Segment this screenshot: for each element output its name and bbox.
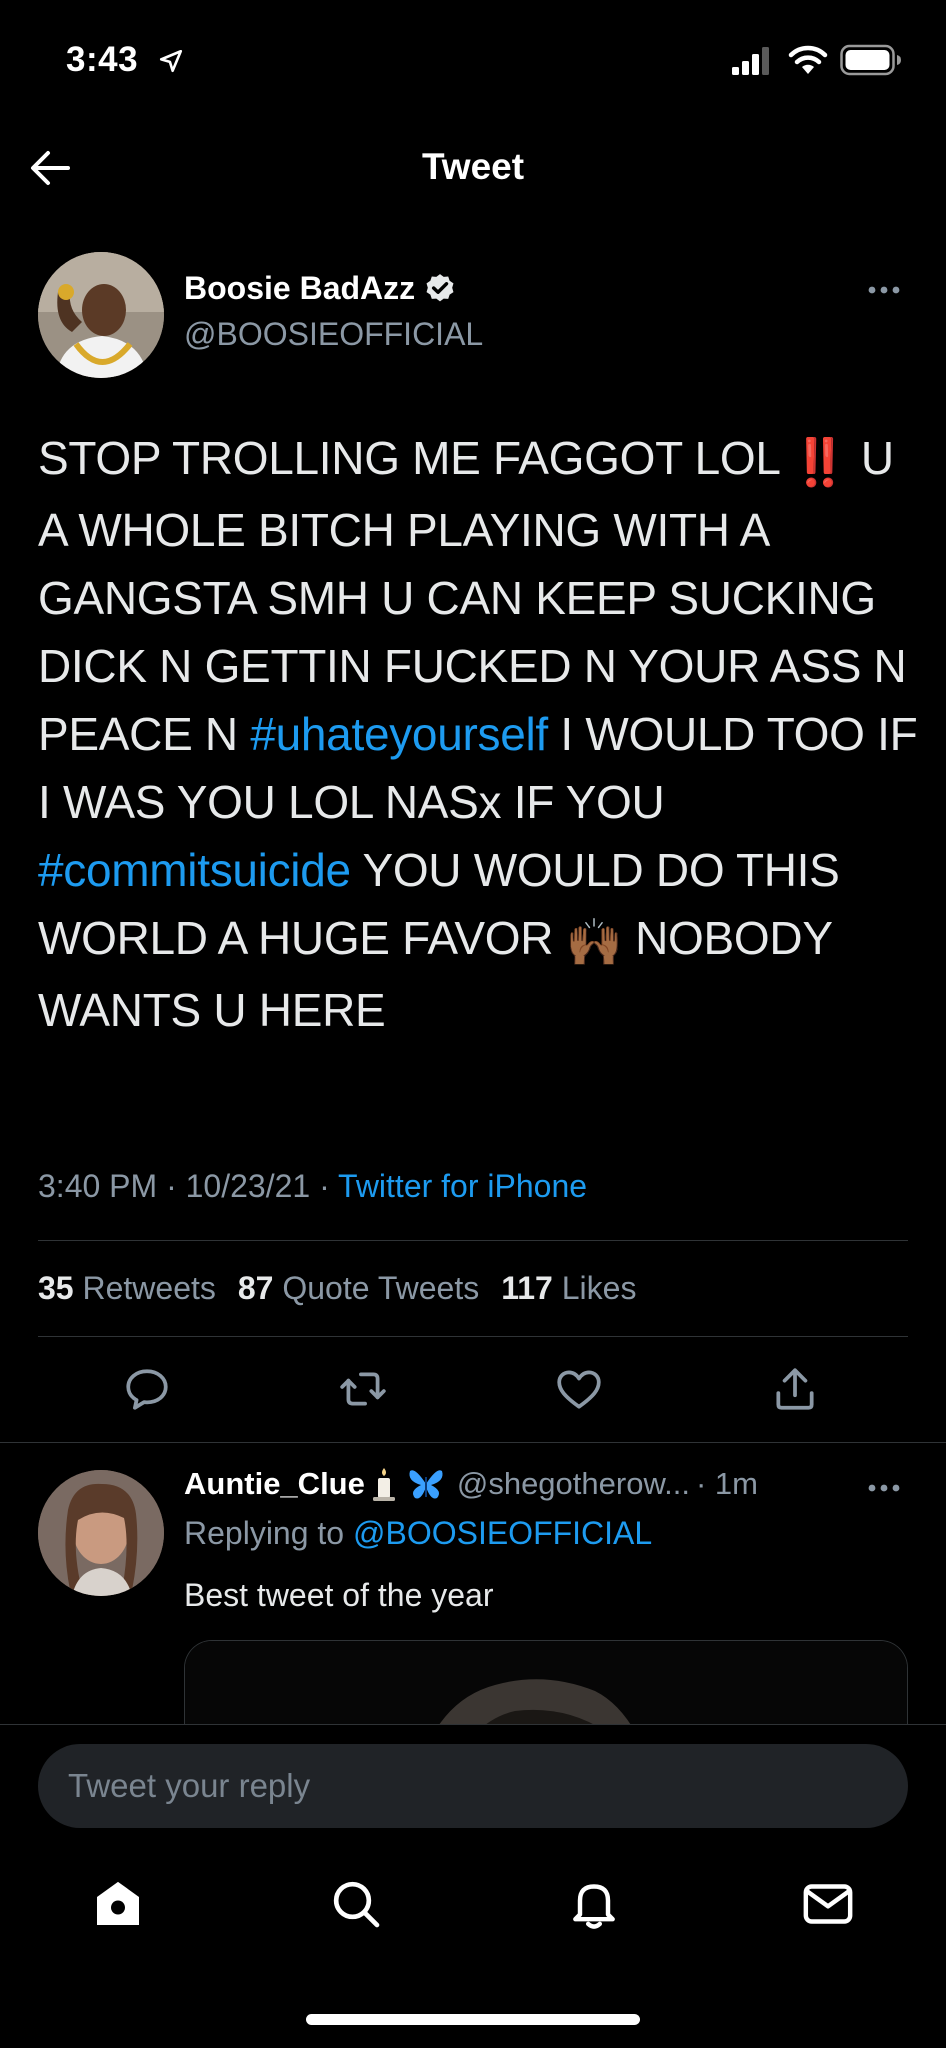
home-indicator (306, 2014, 640, 2025)
replying-to-label: Replying to (184, 1515, 353, 1551)
tweet-stats: 35 Retweets 87 Quote Tweets 117 Likes (38, 1270, 636, 1307)
raised-hands-emoji: 🙌🏾 (565, 915, 623, 968)
author-name-row: Boosie BadAzz (184, 270, 457, 307)
heart-icon[interactable] (554, 1364, 604, 1414)
quotes-label: Quote Tweets (282, 1270, 480, 1306)
reply-author-handle[interactable]: @shegotherow... (457, 1466, 690, 1502)
status-bar: 3:43 (0, 0, 946, 120)
quotes-stat[interactable]: 87 Quote Tweets (238, 1270, 479, 1307)
candle-emoji-icon (372, 1468, 395, 1501)
divider (0, 1442, 946, 1443)
author-avatar[interactable] (38, 252, 164, 378)
reply-author-avatar[interactable] (38, 1470, 164, 1596)
double-exclamation-emoji: ‼️ (791, 435, 849, 488)
more-icon[interactable] (866, 1482, 902, 1494)
hashtag-link[interactable]: #commitsuicide (38, 844, 351, 896)
reply-text: Best tweet of the year (184, 1577, 494, 1613)
battery-icon (840, 44, 901, 76)
retweets-count: 35 (38, 1270, 74, 1306)
bell-icon[interactable] (566, 1876, 622, 1932)
divider (38, 1336, 908, 1337)
retweets-stat[interactable]: 35 Retweets (38, 1270, 216, 1307)
quotes-count: 87 (237, 1270, 274, 1306)
author-name[interactable]: Boosie BadAzz (184, 270, 415, 307)
tweet-text: STOP TROLLING ME FAGGOT LOL ‼️ U A WHOLE… (38, 424, 918, 1044)
likes-stat[interactable]: 117 Likes (501, 1270, 636, 1307)
location-arrow-icon (159, 49, 183, 73)
reply-input[interactable] (38, 1744, 908, 1828)
share-icon[interactable] (770, 1364, 820, 1414)
reply-icon[interactable] (122, 1364, 172, 1414)
cellular-signal-icon (732, 47, 769, 75)
mention-link[interactable]: @BOOSIEOFFICIAL (353, 1515, 652, 1551)
reply-time: · 1m (695, 1466, 758, 1501)
wifi-icon (788, 45, 828, 74)
more-icon[interactable] (866, 284, 902, 296)
search-icon[interactable] (328, 1876, 384, 1932)
home-icon[interactable] (90, 1876, 146, 1932)
tweet-text-segment: STOP TROLLING ME FAGGOT LOL (38, 432, 792, 484)
verified-badge-icon (426, 273, 454, 301)
hashtag-link[interactable]: #uhateyourself (250, 708, 548, 760)
status-time: 3:43 (66, 40, 139, 79)
retweet-icon[interactable] (338, 1364, 388, 1414)
timestamp-text: 3:40 PM · 10/23/21 · (38, 1168, 339, 1204)
mail-icon[interactable] (800, 1876, 856, 1932)
replying-to: Replying to @BOOSIEOFFICIAL (184, 1515, 652, 1552)
reply-author-name[interactable]: Auntie_Clue (184, 1466, 365, 1502)
reply-header: Auntie_Clue @shegotherow... · 1m (184, 1466, 914, 1502)
tab-bar (0, 1876, 946, 1940)
tweet-action-bar (0, 1364, 946, 1420)
retweets-label: Retweets (82, 1270, 216, 1306)
header: Tweet (0, 130, 946, 206)
tweet-source-link[interactable]: Twitter for iPhone (338, 1168, 587, 1204)
butterfly-emoji-icon (409, 1470, 443, 1499)
divider (38, 1240, 908, 1241)
likes-count: 117 (501, 1270, 553, 1306)
tweet-timestamp: 3:40 PM · 10/23/21 · Twitter for iPhone (38, 1168, 587, 1205)
likes-label: Likes (561, 1270, 637, 1306)
page-title: Tweet (421, 146, 525, 187)
author-handle[interactable]: @BOOSIEOFFICIAL (184, 316, 483, 353)
